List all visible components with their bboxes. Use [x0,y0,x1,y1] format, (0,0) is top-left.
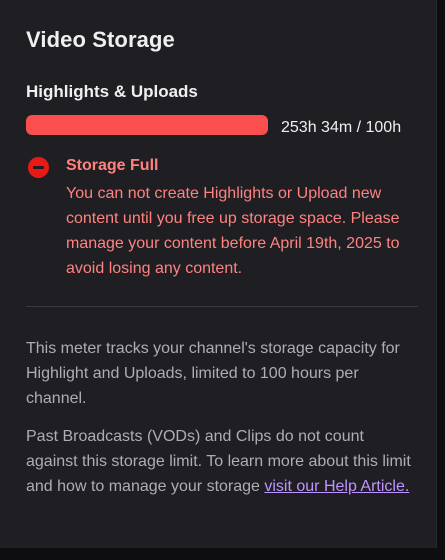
no-entry-icon [28,157,49,178]
page-title: Video Storage [26,27,175,52]
video-storage-panel: Video Storage Highlights & Uploads 253h … [0,0,437,548]
help-article-link[interactable]: visit our Help Article. [264,478,409,495]
alert-title: Storage Full [66,157,159,174]
section-title: Highlights & Uploads [26,82,198,101]
storage-meter-row: 253h 34m / 100h [26,115,421,141]
storage-meter-value: 253h 34m / 100h [281,119,402,136]
storage-meter-fill [26,115,268,135]
storage-meter [26,115,268,135]
info-paragraph-2: Past Broadcasts (VODs) and Clips do not … [26,424,418,499]
info-paragraph-1: This meter tracks your channel's storage… [26,340,400,407]
alert-body: You can not create Highlights or Upload … [66,185,400,277]
divider [26,306,418,307]
